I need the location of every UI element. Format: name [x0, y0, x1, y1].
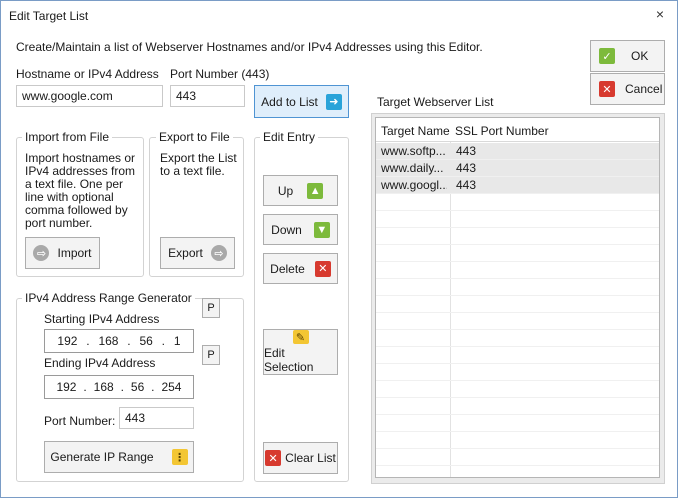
edit-pencil-icon: ✎ — [292, 330, 309, 344]
empty-row — [376, 415, 659, 432]
up-label: Up — [277, 183, 294, 198]
import-description: Import hostnames or IPv4 addresses from … — [25, 151, 136, 230]
dot: . — [120, 380, 124, 394]
target-name-cell: www.softp... — [381, 144, 446, 158]
paste-end-button[interactable]: P — [202, 345, 220, 365]
port-label: Port Number (443) — [170, 67, 270, 81]
end-octet-3: 56 — [130, 380, 145, 394]
port-cell: 443 — [456, 144, 477, 158]
target-name-cell: www.daily... — [381, 161, 444, 175]
list-item[interactable]: www.googl... 443 — [376, 177, 659, 194]
empty-row — [376, 279, 659, 296]
up-button[interactable]: Up ▲ — [263, 175, 338, 206]
empty-row — [376, 398, 659, 415]
port-cell: 443 — [456, 178, 477, 192]
ending-ip-input[interactable]: 192 . 168 . 56 . 254 — [44, 375, 194, 399]
empty-row — [376, 381, 659, 398]
dot: . — [86, 334, 90, 348]
edit-entry-title: Edit Entry — [260, 130, 319, 144]
generate-icon: ⋮ — [171, 449, 188, 465]
delete-label: Delete — [270, 261, 305, 276]
empty-row — [376, 262, 659, 279]
arrow-right-icon: ➜ — [325, 93, 342, 110]
down-button[interactable]: Down ▼ — [263, 214, 338, 245]
list-item[interactable]: www.daily... 443 — [376, 160, 659, 177]
empty-row — [376, 211, 659, 228]
hostname-label: Hostname or IPv4 Address — [16, 67, 159, 81]
end-octet-4: 254 — [161, 380, 182, 394]
start-octet-2: 168 — [98, 334, 119, 348]
range-port-input[interactable]: 443 — [119, 407, 194, 429]
empty-row — [376, 432, 659, 449]
arrow-down-icon: ▼ — [313, 221, 330, 238]
port-cell: 443 — [456, 161, 477, 175]
generate-ip-range-button[interactable]: Generate IP Range ⋮ — [44, 441, 194, 473]
empty-row — [376, 313, 659, 330]
x-icon: ✕ — [314, 260, 331, 277]
dot: . — [127, 334, 131, 348]
edit-selection-button[interactable]: ✎ Edit Selection — [263, 329, 338, 375]
start-octet-1: 192 — [57, 334, 78, 348]
dot: . — [83, 380, 87, 394]
paste-start-button[interactable]: P — [202, 298, 220, 318]
empty-row — [376, 330, 659, 347]
close-icon[interactable]: × — [651, 5, 669, 23]
delete-button[interactable]: Delete ✕ — [263, 253, 338, 284]
edit-selection-label: Edit Selection — [264, 346, 314, 374]
dot: . — [151, 380, 155, 394]
ipv4-range-title: IPv4 Address Range Generator — [22, 291, 195, 305]
list-item[interactable]: www.softp... 443 — [376, 143, 659, 160]
ending-ip-label: Ending IPv4 Address — [44, 356, 156, 370]
add-to-list-button[interactable]: Add to List ➜ — [254, 85, 349, 118]
range-port-label: Port Number: — [44, 414, 116, 428]
edit-target-list-window: Edit Target List × Create/Maintain a lis… — [0, 0, 678, 498]
target-list-title: Target Webserver List — [377, 95, 494, 109]
empty-row — [376, 245, 659, 262]
down-label: Down — [271, 222, 302, 237]
x-icon: ✕ — [599, 81, 615, 97]
empty-row — [376, 228, 659, 245]
window-title: Edit Target List — [9, 9, 89, 23]
check-icon: ✓ — [599, 48, 615, 64]
add-to-list-label: Add to List — [261, 94, 318, 109]
starting-ip-input[interactable]: 192 . 168 . 56 . 1 — [44, 329, 194, 353]
arrow-up-icon: ▲ — [307, 182, 324, 199]
list-header: Target Name SSL Port Number — [376, 118, 659, 142]
import-label: Import — [57, 246, 92, 260]
empty-row — [376, 347, 659, 364]
target-name-cell: www.googl... — [381, 178, 447, 192]
database-export-icon: ⇨ — [210, 245, 227, 261]
column-ssl-port[interactable]: SSL Port Number — [455, 124, 549, 138]
dot: . — [161, 334, 165, 348]
database-import-icon: ⇨ — [33, 245, 50, 261]
ok-button[interactable]: ✓ OK — [590, 40, 665, 72]
generate-ip-range-label: Generate IP Range — [50, 450, 154, 464]
hostname-input[interactable]: www.google.com — [16, 85, 163, 107]
cancel-label: Cancel — [625, 82, 663, 96]
export-group-title: Export to File — [156, 130, 233, 144]
column-target-name[interactable]: Target Name — [381, 124, 450, 138]
empty-row — [376, 296, 659, 313]
clear-list-button[interactable]: ✕ Clear List — [263, 442, 338, 474]
ok-label: OK — [631, 49, 649, 63]
starting-ip-label: Starting IPv4 Address — [44, 312, 160, 326]
end-octet-1: 192 — [56, 380, 77, 394]
start-octet-3: 56 — [139, 334, 153, 348]
export-button[interactable]: Export ⇨ — [160, 237, 235, 269]
port-input[interactable]: 443 — [170, 85, 245, 107]
end-octet-2: 168 — [93, 380, 114, 394]
clear-list-label: Clear List — [285, 451, 336, 465]
empty-row — [376, 194, 659, 211]
export-description: Export the List to a text file. — [160, 151, 237, 178]
x-icon: ✕ — [265, 450, 282, 466]
export-label: Export — [168, 246, 203, 260]
empty-row — [376, 449, 659, 466]
description-text: Create/Maintain a list of Webserver Host… — [16, 40, 483, 54]
cancel-button[interactable]: ✕ Cancel — [590, 73, 665, 105]
import-button[interactable]: ⇨ Import — [25, 237, 100, 269]
target-list[interactable]: Target Name SSL Port Number www.softp...… — [375, 117, 660, 478]
start-octet-4: 1 — [173, 334, 181, 348]
import-group-title: Import from File — [22, 130, 113, 144]
empty-row — [376, 364, 659, 381]
